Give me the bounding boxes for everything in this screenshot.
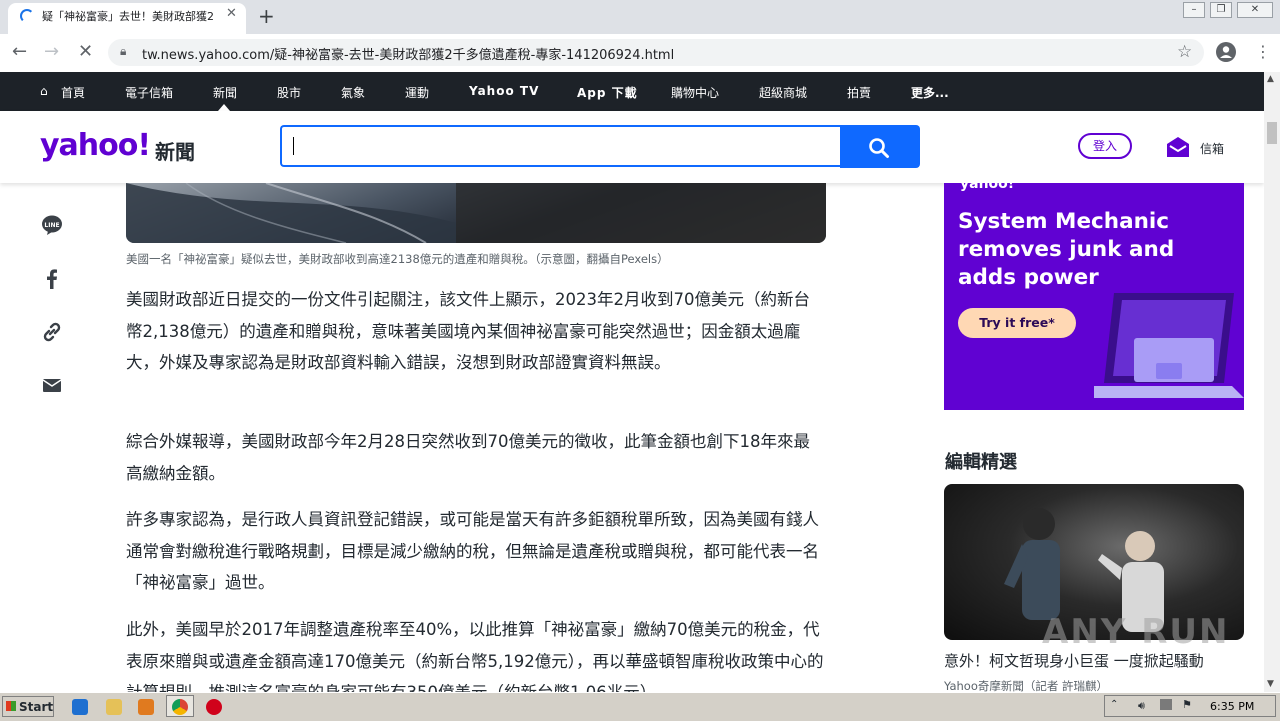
editors-picks-title: 編輯精選 [945,452,1017,473]
nav-item-stocks[interactable]: 股市 [277,84,301,101]
minimize-window-icon[interactable]: – [1183,2,1205,18]
nav-item-mall[interactable]: 超級商城 [759,84,807,101]
taskbar-clock: 6:35 PM [1210,700,1255,713]
scroll-up-icon[interactable]: ▲ [1267,74,1274,84]
login-button[interactable]: 登入 [1078,133,1132,159]
active-nav-indicator [218,104,230,111]
volume-icon[interactable]: 🔊︎ [1138,699,1145,713]
scroll-down-icon[interactable]: ▼ [1267,679,1274,689]
text-cursor [293,137,294,155]
tab-title: 疑「神祕富豪」去世！美財政部獲2千 [42,10,214,23]
nav-item-more[interactable]: 更多... [911,84,949,101]
home-icon[interactable]: ⌂ [40,84,48,98]
ad-cta-button[interactable]: Try it free* [958,308,1076,338]
close-window-icon[interactable]: ✕ [1237,2,1273,18]
search-input[interactable] [280,125,840,167]
folder-icon[interactable] [106,699,122,715]
article-paragraph: 綜合外媒報導，美國財政部今年2月28日突然收到70億美元的徵收，此筆金額也創下1… [126,432,810,483]
tray-expand-icon[interactable]: ⌃ [1110,699,1118,710]
restore-window-icon[interactable]: ❐ [1210,2,1232,18]
article-paragraph: 許多專家認為，是行政人員資訊登記錯誤，或可能是當天有許多鉅額稅單所致，因為美國有… [126,510,819,592]
nav-item-home[interactable]: 首頁 [61,84,85,101]
ad-brand-logo: yahoo! [960,176,1015,192]
nav-item-auction[interactable]: 拍賣 [847,84,871,101]
forward-icon[interactable]: → [44,41,59,62]
yahoo-logo[interactable]: yahoo! [40,128,151,163]
nav-item-sports[interactable]: 運動 [405,84,429,101]
ad-headline[interactable]: System Mechanic removes junk and adds po… [958,208,1198,292]
image-caption: 美國一名「神祕富豪」疑似去世，美財政部收到高達2138億元的遺產和贈與稅。（示意… [126,252,669,266]
close-tab-icon[interactable]: ✕ [226,6,237,21]
url-text[interactable]: tw.news.yahoo.com/疑-神祕富豪-去世-美財政部獲2千多億遺產稅… [142,44,674,63]
copy-link-icon[interactable] [40,320,64,344]
scrollbar-thumb[interactable] [1267,122,1277,144]
laptop-illustration [1094,293,1244,398]
story-title[interactable]: 意外！柯文哲現身小巨蛋 一度掀起騷動 [944,650,1244,671]
browser-menu-icon[interactable]: ⋮ [1255,42,1271,61]
flag-icon[interactable]: ⚑ [1182,698,1192,711]
svg-text:LINE: LINE [44,222,59,229]
nav-item-app-download[interactable]: App 下載 [577,84,638,101]
profile-avatar-icon[interactable] [1216,42,1236,62]
mail-icon[interactable] [1165,135,1191,163]
back-icon[interactable]: ← [12,41,27,62]
line-share-icon[interactable]: LINE [40,213,64,237]
mail-label[interactable]: 信箱 [1200,140,1224,157]
article-paragraph: 美國財政部近日提交的一份文件引起關注，該文件上顯示，2023年2月收到70億美元… [126,290,810,372]
email-share-icon[interactable] [40,373,64,397]
stop-sign-icon[interactable] [206,699,222,715]
lock-icon[interactable]: 🔒︎ [120,44,126,59]
new-tab-icon[interactable]: + [258,4,275,28]
watermark-logo: ANY RUN [1042,612,1230,652]
nav-item-news[interactable]: 新聞 [213,84,237,101]
search-icon [869,138,889,158]
media-player-icon[interactable] [138,699,154,715]
search-button[interactable] [840,125,920,168]
nav-item-weather[interactable]: 氣象 [341,84,365,101]
nav-item-yahoo-tv[interactable]: Yahoo TV [469,84,539,98]
loading-spinner-icon [20,9,34,23]
article-hero-image [126,183,826,243]
section-name[interactable]: 新聞 [155,136,195,165]
page-scrollbar[interactable] [1264,72,1280,692]
windows-logo-icon [6,701,16,711]
nav-item-shopping[interactable]: 購物中心 [671,84,719,101]
chrome-icon [172,699,188,715]
ie-icon[interactable] [72,699,88,715]
network-icon[interactable] [1160,699,1172,710]
facebook-share-icon[interactable] [40,267,64,291]
nav-item-mail[interactable]: 電子信箱 [125,84,173,101]
bookmark-star-icon[interactable]: ☆ [1177,42,1192,62]
stop-loading-icon[interactable]: ✕ [78,41,93,62]
